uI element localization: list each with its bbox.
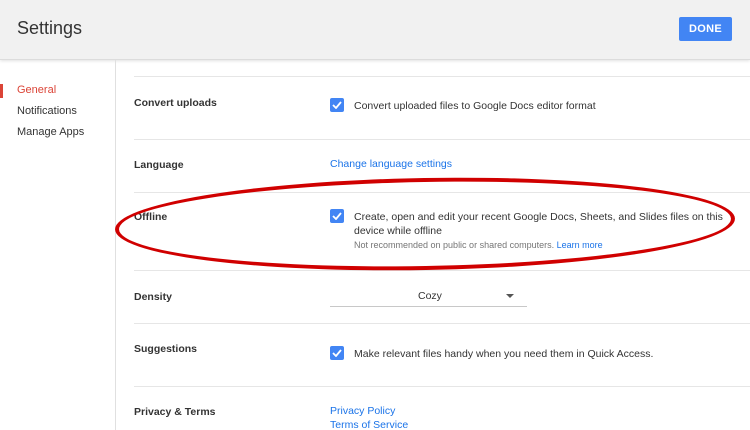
divider bbox=[134, 76, 750, 77]
page-title: Settings bbox=[17, 18, 83, 38]
divider bbox=[134, 323, 750, 324]
change-language-link[interactable]: Change language settings bbox=[330, 158, 452, 170]
terms-of-service-link[interactable]: Terms of Service bbox=[330, 419, 408, 430]
language-label: Language bbox=[134, 159, 184, 171]
check-icon bbox=[332, 349, 342, 357]
density-label: Density bbox=[134, 291, 172, 303]
sidebar-item-notifications[interactable]: Notifications bbox=[17, 105, 77, 117]
dropdown-arrow-icon bbox=[506, 294, 514, 298]
convert-uploads-label: Convert uploads bbox=[134, 97, 217, 109]
sidebar-item-manage-apps[interactable]: Manage Apps bbox=[17, 126, 84, 138]
divider bbox=[134, 270, 750, 271]
active-nav-indicator bbox=[0, 84, 3, 98]
density-select[interactable]: Cozy bbox=[330, 285, 527, 307]
convert-uploads-text: Convert uploaded files to Google Docs ed… bbox=[354, 100, 596, 112]
suggestions-text: Make relevant files handy when you need … bbox=[354, 348, 654, 360]
convert-uploads-checkbox[interactable] bbox=[330, 98, 344, 112]
header-bar: Settings DONE bbox=[0, 0, 750, 60]
done-button[interactable]: DONE bbox=[679, 17, 732, 41]
density-value: Cozy bbox=[418, 290, 442, 302]
privacy-terms-label: Privacy & Terms bbox=[134, 406, 216, 418]
sidebar-item-general[interactable]: General bbox=[17, 84, 56, 96]
suggestions-label: Suggestions bbox=[134, 343, 198, 355]
annotation-ellipse bbox=[114, 172, 736, 276]
check-icon bbox=[332, 101, 342, 109]
suggestions-checkbox[interactable] bbox=[330, 346, 344, 360]
privacy-policy-link[interactable]: Privacy Policy bbox=[330, 405, 395, 417]
divider bbox=[134, 386, 750, 387]
divider bbox=[134, 139, 750, 140]
